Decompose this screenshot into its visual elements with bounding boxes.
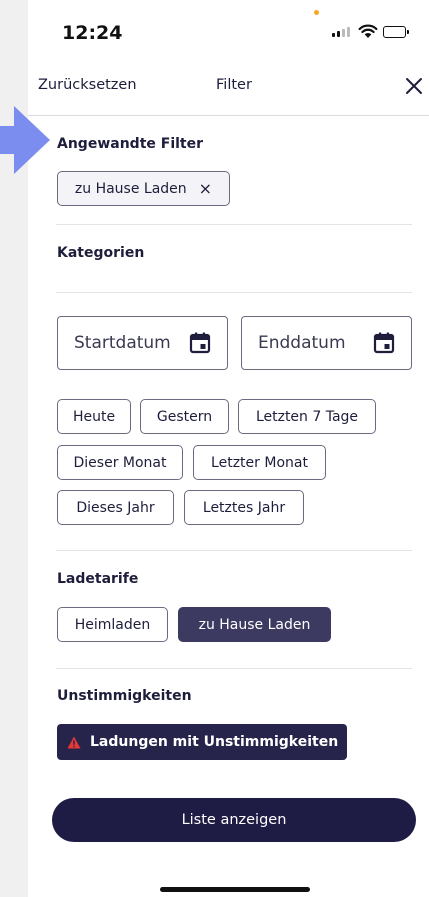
status-time: 12:24 bbox=[62, 22, 123, 44]
preset-yesterday-button[interactable]: Gestern bbox=[140, 399, 229, 434]
applied-filter-chip[interactable]: zu Hause Laden × bbox=[57, 171, 230, 206]
preset-this-year-button[interactable]: Dieses Jahr bbox=[57, 490, 174, 525]
status-bar: 12:24 bbox=[28, 0, 429, 70]
preset-today-button[interactable]: Heute bbox=[57, 399, 131, 434]
wifi-icon bbox=[358, 24, 378, 38]
end-date-label: Enddatum bbox=[258, 333, 346, 353]
discrepancies-title: Unstimmigkeiten bbox=[57, 688, 192, 704]
show-list-button[interactable]: Liste anzeigen bbox=[52, 798, 416, 842]
discrepancies-chip[interactable]: Ladungen mit Unstimmigkeiten bbox=[57, 724, 347, 760]
divider bbox=[56, 224, 412, 225]
divider bbox=[56, 668, 412, 669]
page-title: Filter bbox=[216, 77, 252, 93]
divider bbox=[56, 550, 412, 551]
discrepancies-label: Ladungen mit Unstimmigkeiten bbox=[90, 734, 339, 750]
divider bbox=[56, 292, 412, 293]
applied-filter-label: zu Hause Laden bbox=[74, 180, 187, 197]
close-icon[interactable] bbox=[402, 74, 426, 98]
reset-button[interactable]: Zurücksetzen bbox=[38, 77, 137, 93]
filter-header: Zurücksetzen Filter bbox=[28, 70, 429, 116]
warning-icon bbox=[67, 736, 81, 748]
tariff-home-charging-button[interactable]: Heimladen bbox=[57, 607, 168, 642]
preset-last-month-button[interactable]: Letzter Monat bbox=[193, 445, 326, 480]
battery-icon bbox=[383, 26, 409, 38]
home-indicator[interactable] bbox=[160, 887, 310, 892]
tariffs-title: Ladetarife bbox=[57, 571, 139, 587]
calendar-icon bbox=[373, 332, 395, 354]
preset-last-7-days-button[interactable]: Letzten 7 Tage bbox=[238, 399, 376, 434]
phone-screen: 12:24 Zurücksetzen Filter Angewandte Fil… bbox=[28, 0, 429, 897]
end-date-field[interactable]: Enddatum bbox=[241, 316, 412, 370]
privacy-indicator-dot bbox=[314, 10, 319, 15]
categories-title: Kategorien bbox=[57, 245, 145, 261]
start-date-label: Startdatum bbox=[74, 333, 171, 353]
preset-this-month-button[interactable]: Dieser Monat bbox=[57, 445, 183, 480]
pointer-arrow-icon bbox=[0, 106, 50, 174]
remove-filter-icon[interactable]: × bbox=[199, 179, 212, 198]
applied-filters-title: Angewandte Filter bbox=[57, 136, 204, 152]
cellular-signal-icon bbox=[332, 27, 350, 37]
preset-last-year-button[interactable]: Letztes Jahr bbox=[184, 490, 304, 525]
tariff-charging-at-home-button[interactable]: zu Hause Laden bbox=[178, 607, 331, 642]
start-date-field[interactable]: Startdatum bbox=[57, 316, 228, 370]
calendar-icon bbox=[189, 332, 211, 354]
